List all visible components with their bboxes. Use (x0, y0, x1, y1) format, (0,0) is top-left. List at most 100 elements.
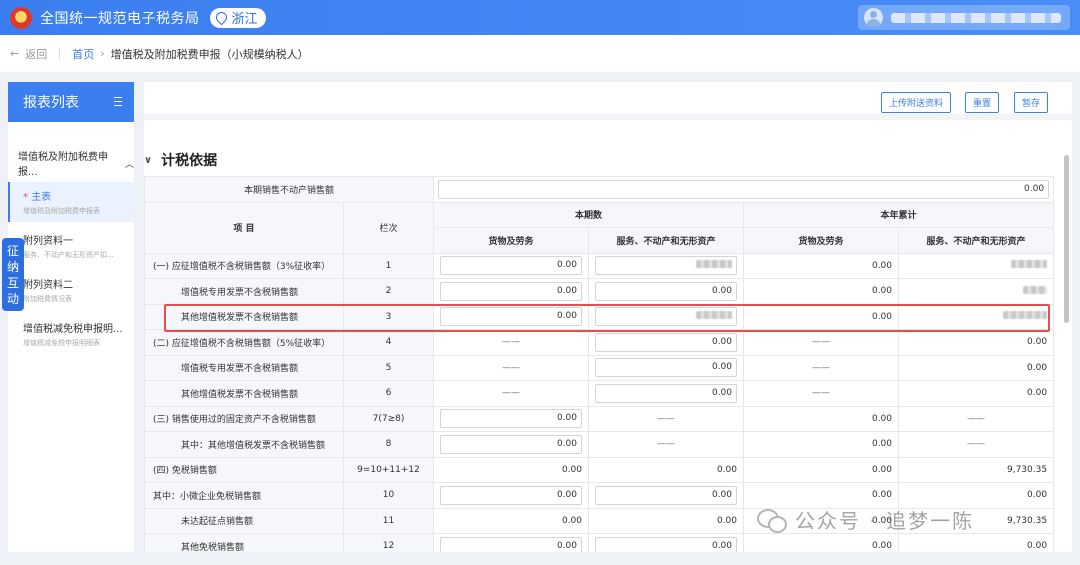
real-estate-input[interactable]: 0.00 (438, 179, 1050, 199)
header-column-no: 栏次 (342, 201, 435, 254)
sidebar-item-subtitle: 附加税费情况表 (23, 295, 72, 303)
report-list-sidebar: 报表列表 增值税及附加税费申报... ︿ * 主表 增值税及附加税费申报表 附列… (8, 82, 134, 552)
user-account-menu[interactable] (858, 5, 1070, 30)
section-header[interactable]: ∨ 计税依据 (144, 150, 217, 170)
sidebar-item-title: 附列资料二 (23, 280, 73, 291)
table-cell: 0.00 (898, 329, 1055, 356)
table-cell: 0.00 (898, 533, 1055, 552)
row-label: (四) 免税销售额 (144, 456, 344, 483)
row-label: (一) 应征增值税不含税销售额（3%征收率） (144, 252, 344, 279)
sidebar-item-attachment-2[interactable]: 附列资料二 附加税费情况表 (8, 270, 134, 310)
header-goods: 货物及劳务 (433, 227, 590, 254)
divider (59, 47, 61, 60)
table-cell: 0.00 (433, 533, 590, 552)
reset-button[interactable]: 重置 (965, 92, 1000, 113)
region-selector[interactable]: 浙江 (209, 7, 266, 28)
table-cell: 0.00 (433, 456, 590, 483)
row-column-no: 11 (342, 507, 435, 534)
row-label: (二) 应征增值税不含税销售额（5%征收率） (144, 329, 344, 356)
sidebar-item-main-form[interactable]: * 主表 增值税及附加税费申报表 (8, 182, 134, 222)
table-header-row: 项 目 栏次 本期数 本年累计 (144, 201, 1055, 254)
amount-input[interactable]: 0.00 (440, 409, 583, 429)
breadcrumb-separator-icon: › (100, 47, 105, 60)
amount-input[interactable]: 0.00 (440, 307, 583, 327)
required-mark: * (23, 192, 28, 203)
table-cell: 0.00 (588, 507, 745, 534)
redacted-value (1011, 260, 1048, 269)
table-cell: —— (898, 431, 1055, 458)
table-cell: 0.00 (743, 252, 900, 279)
wechat-icon (757, 508, 787, 533)
table-cell: 0.00 (898, 380, 1055, 407)
sidebar-item-attachment-1[interactable]: 附列资料一 服务、不动产和无形资产扣... (8, 226, 134, 266)
collapse-menu-icon[interactable] (114, 97, 122, 106)
amount-input[interactable]: 0.00 (595, 383, 738, 403)
row-column-no: 2 (342, 278, 435, 305)
back-label: 返回 (25, 47, 48, 61)
table-cell: 0.00 (433, 507, 590, 534)
table-cell: 0.00 (433, 176, 1055, 203)
national-emblem-logo (10, 6, 32, 29)
table-cell: 0.00 (743, 303, 900, 330)
header-item: 项 目 (144, 201, 344, 254)
sidebar-item-tax-relief-detail[interactable]: 增值税减免税申报明... 增值税减免税申报明细表 (8, 314, 134, 354)
amount-input[interactable]: 0.00 (440, 256, 583, 276)
table-cell: —— (743, 380, 900, 407)
table-cell: 0.00 (433, 405, 590, 432)
sidebar-item-title: 增值税减免税申报明... (23, 324, 123, 335)
breadcrumb-home-link[interactable]: 首页 (72, 46, 94, 62)
header-year-to-date: 本年累计 (743, 201, 1055, 228)
sidebar-item-subtitle: 增值税减免税申报明细表 (23, 339, 100, 347)
row-label: 其他增值税发票不含税销售额 (144, 303, 344, 330)
table-cell: —— (433, 354, 590, 381)
table-cell: 0.00 (898, 354, 1055, 381)
table-cell: —— (433, 329, 590, 356)
upload-attachment-button[interactable]: 上传附送资料 (881, 92, 952, 113)
table-cell: —— (743, 354, 900, 381)
amount-input[interactable]: 0.00 (440, 434, 583, 454)
back-arrow-icon: ← (10, 47, 20, 60)
redacted-value (696, 260, 733, 269)
sidebar-item-title: 主表 (31, 192, 52, 203)
back-button[interactable]: ← 返回 (10, 46, 47, 62)
amount-input[interactable]: 0.00 (595, 358, 738, 378)
amount-input[interactable]: 0.00 (595, 281, 738, 301)
table-cell: 0.00 (743, 533, 900, 552)
table-cell: —— (433, 380, 590, 407)
amount-input-redacted[interactable] (595, 307, 738, 327)
tax-basis-table: 本期销售不动产销售额 0.00 项 目 栏次 本期数 本年累计 货物及劳务 服务… (144, 176, 1055, 552)
sidebar-item-title: 附列资料一 (23, 236, 73, 247)
table-row: 其他增值税发票不含税销售额 3 0.00 0.00 (144, 303, 1055, 330)
amount-input[interactable]: 0.00 (440, 536, 583, 552)
amount-input[interactable]: 0.00 (440, 485, 583, 505)
amount-input[interactable]: 0.00 (595, 536, 738, 552)
save-draft-button[interactable]: 暂存 (1014, 92, 1049, 113)
bottom-strip (0, 552, 1080, 565)
chevron-down-icon: ∨ (144, 154, 153, 166)
table-cell: 0.00 (743, 278, 900, 305)
row-label: 其中：其他增值税发票不含税销售额 (144, 431, 344, 458)
location-pin-icon (213, 9, 229, 26)
table-cell (898, 278, 1055, 305)
table-row: 本期销售不动产销售额 0.00 (144, 176, 1055, 203)
row-label: 其中：小微企业免税销售额 (144, 482, 344, 509)
amount-input[interactable]: 0.00 (595, 485, 738, 505)
interaction-float-tab[interactable]: 征纳互动 (2, 238, 24, 311)
table-row: 其他增值税发票不含税销售额 6 —— 0.00 —— 0.00 (144, 380, 1055, 407)
main-content: 上传附送资料 重置 暂存 ∨ 计税依据 本期销售不动产销售额 0.00 项 目 … (144, 82, 1072, 552)
table-row: 其中：其他增值税发票不含税销售额 8 0.00 —— 0.00 —— (144, 431, 1055, 458)
watermark: 公众号 · 追梦一陈 (757, 505, 974, 534)
sidebar-header: 报表列表 (8, 82, 134, 122)
table-row: 增值税专用发票不含税销售额 2 0.00 0.00 0.00 (144, 278, 1055, 305)
table-cell: —— (588, 431, 745, 458)
table-cell: 0.00 (588, 482, 745, 509)
vertical-scrollbar[interactable] (1064, 155, 1069, 323)
table-cell: 0.00 (588, 533, 745, 552)
table-cell: —— (588, 405, 745, 432)
row-label: (三) 销售使用过的固定资产不含税销售额 (144, 405, 344, 432)
amount-input[interactable]: 0.00 (440, 281, 583, 301)
amount-input-redacted[interactable] (595, 256, 738, 276)
table-row: (二) 应征增值税不含税销售额（5%征收率） 4 —— 0.00 —— 0.00 (144, 329, 1055, 356)
sidebar-group-toggle[interactable]: 增值税及附加税费申报... ︿ (8, 148, 134, 178)
amount-input[interactable]: 0.00 (595, 332, 738, 352)
